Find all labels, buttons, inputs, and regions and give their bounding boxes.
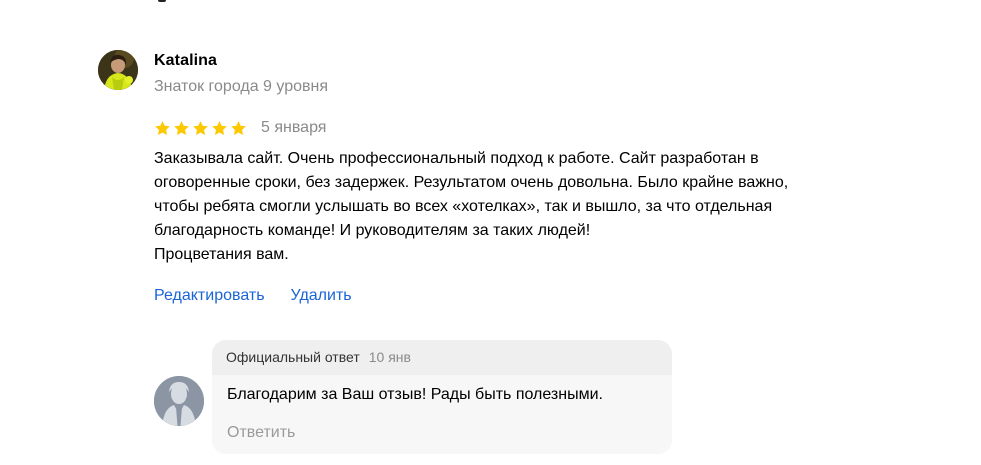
review-text-line: оговоренные сроки, без задержек. Результ… — [154, 174, 789, 191]
previous-content-fragment — [158, 0, 166, 2]
review-text: Заказывала сайт. Очень профессиональный … — [154, 147, 874, 267]
star-icon — [155, 120, 170, 135]
star-rating — [154, 120, 247, 137]
edit-review-link[interactable]: Редактировать — [154, 287, 265, 305]
official-reply-body: Благодарим за Ваш отзыв! Рады быть полез… — [212, 375, 672, 454]
official-reply-bubble: Официальный ответ 10 янв Благодарим за В… — [212, 340, 672, 454]
review-text-line: Процветания вам. — [154, 246, 289, 263]
official-reply-text: Благодарим за Ваш отзыв! Рады быть полез… — [227, 386, 603, 403]
author-level: Знаток города 9 уровня — [154, 78, 329, 95]
star-icon — [212, 120, 227, 135]
star-icon — [193, 120, 208, 135]
author-name[interactable]: Katalina — [154, 52, 217, 70]
official-reply-header: Официальный ответ 10 янв — [226, 349, 411, 365]
review-actions: Редактировать Удалить — [154, 287, 352, 305]
review-text-line: Заказывала сайт. Очень профессиональный … — [154, 150, 759, 167]
business-person-silhouette-icon — [154, 376, 204, 426]
review-date: 5 января — [261, 119, 327, 136]
rating-row: 5 января — [154, 118, 326, 138]
star-icon — [231, 120, 246, 135]
reply-link[interactable]: Ответить — [227, 424, 295, 442]
official-reply-label: Официальный ответ — [226, 349, 360, 365]
star-icon — [174, 120, 189, 135]
review-text-line: чтобы ребята смогли услышать во всех «хо… — [154, 198, 773, 215]
user-avatar[interactable] — [98, 50, 138, 90]
delete-review-link[interactable]: Удалить — [291, 287, 352, 305]
official-reply-date: 10 янв — [368, 349, 411, 365]
review-text-line: благодарность команде! И руководителям з… — [154, 222, 591, 239]
